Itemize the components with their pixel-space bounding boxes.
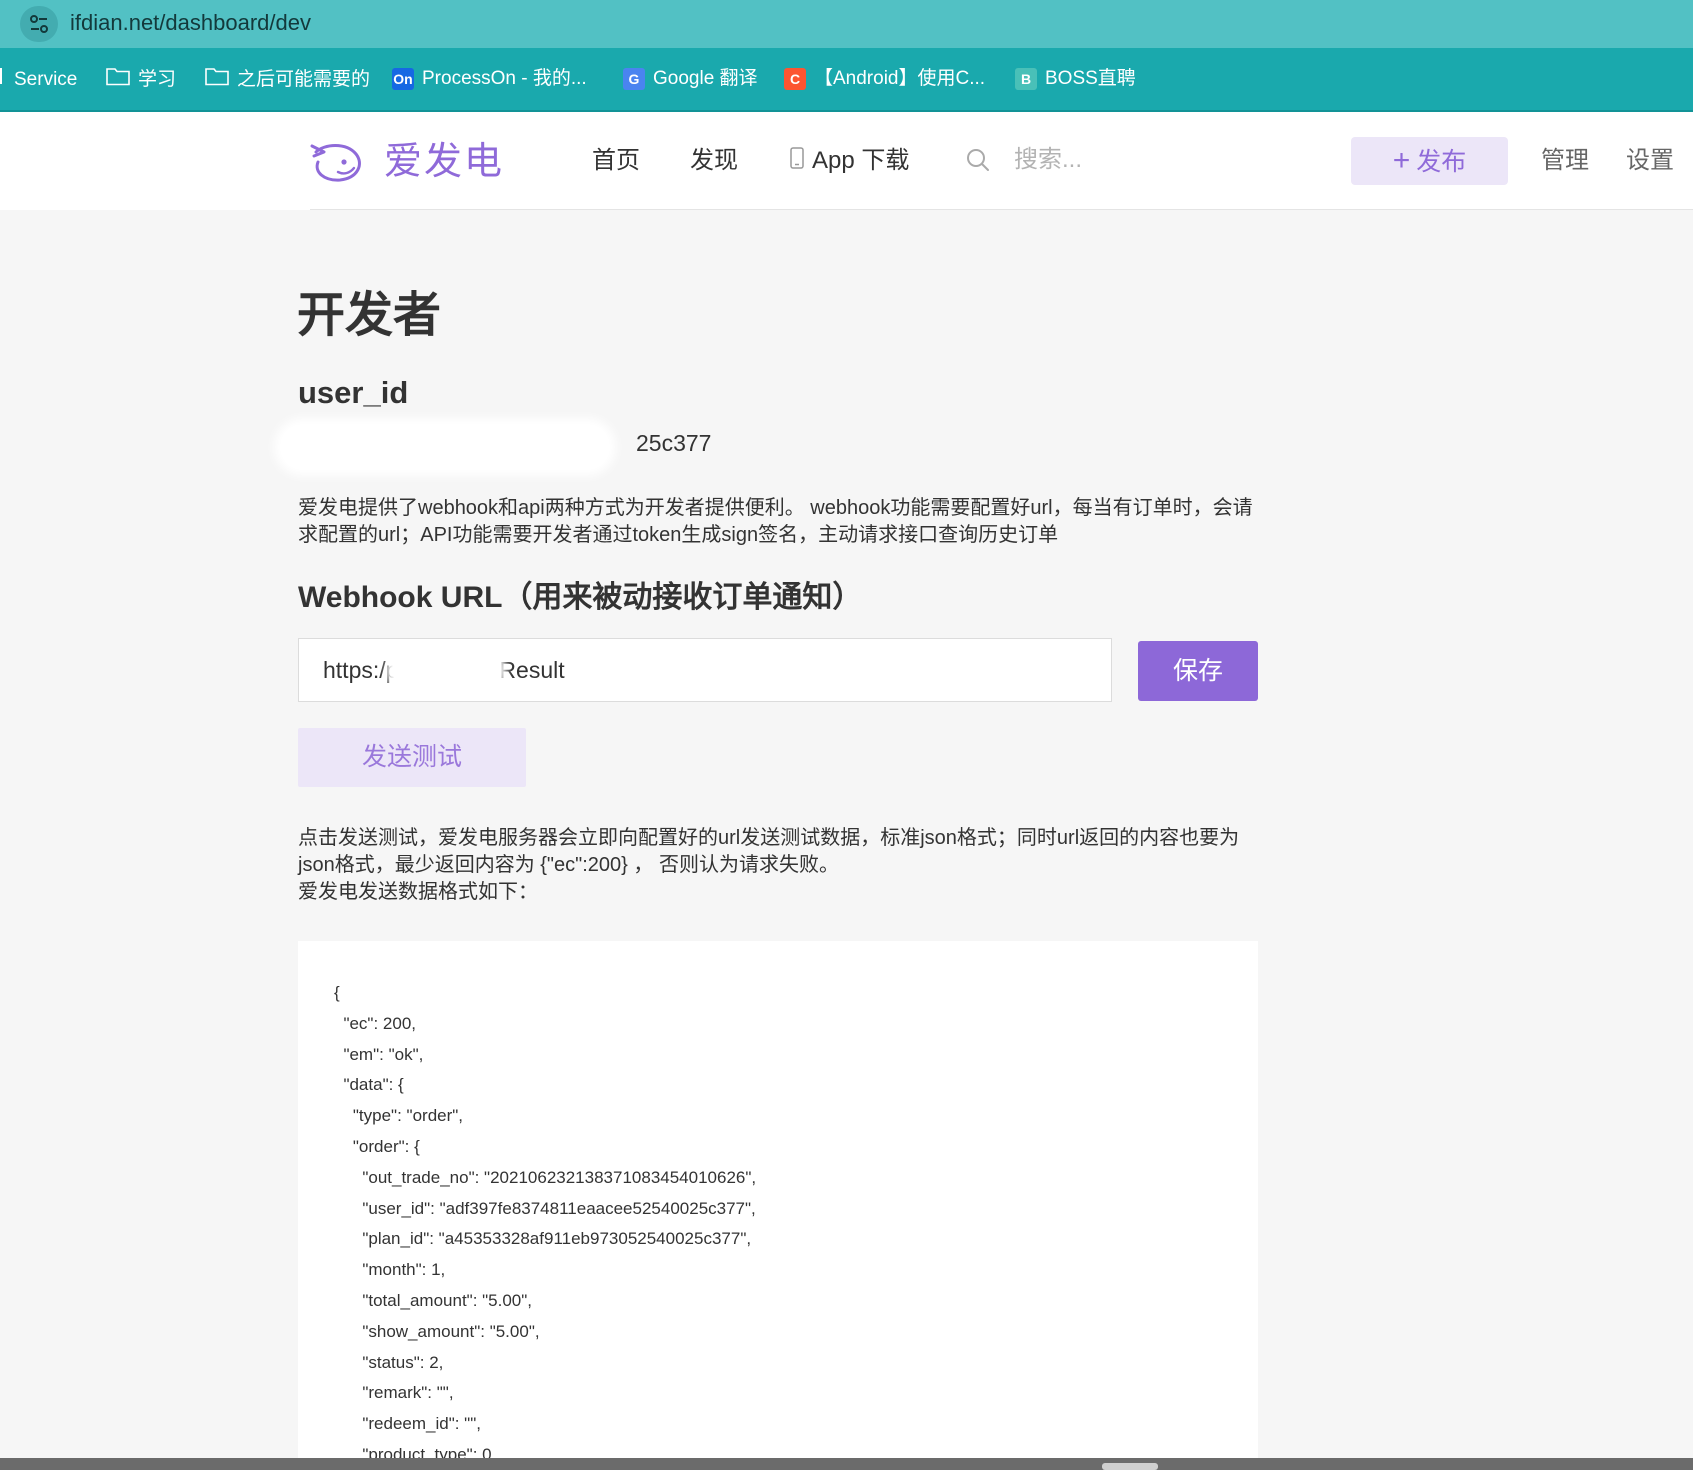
publish-button[interactable]: + 发布 xyxy=(1351,137,1508,185)
test-instructions-text: 点击发送测试，爱发电服务器会立即向配置好的url发送测试数据，标准json格式；… xyxy=(298,827,1240,876)
user-id-value: 25c377 xyxy=(636,430,712,456)
developer-description: 爱发电提供了webhook和api两种方式为开发者提供便利。 webhook功能… xyxy=(298,497,1253,546)
bookmark-label: 学习 xyxy=(138,69,177,91)
bookmark-label: BOSS直聘 xyxy=(1045,68,1136,89)
processon-favicon: On xyxy=(392,67,414,90)
header-divider xyxy=(310,209,1693,210)
search-input[interactable]: 搜索... xyxy=(1014,144,1082,176)
save-button[interactable]: 保存 xyxy=(1138,641,1258,701)
taskbar-edge xyxy=(0,1458,1693,1470)
bookmark-processon[interactable]: On ProcessOn - 我的... xyxy=(392,66,587,92)
folder-icon xyxy=(205,66,229,94)
code-line: "status": 2, xyxy=(334,1352,444,1372)
folder-icon xyxy=(106,66,130,94)
google-translate-favicon: G xyxy=(623,67,645,90)
code-line: "user_id": "adf397fe8374811eaacee5254002… xyxy=(334,1198,756,1218)
bookmark-label: ProcessOn - 我的... xyxy=(422,68,587,89)
url-redaction-mark xyxy=(392,652,500,688)
code-line: { xyxy=(334,983,340,1002)
webhook-heading: Webhook URL（用来被动接收订单通知） xyxy=(298,581,863,614)
csdn-favicon: C xyxy=(784,67,806,90)
nav-settings[interactable]: 设置 xyxy=(1626,144,1674,178)
bookmark-boss[interactable]: B BOSS直聘 xyxy=(1015,66,1136,92)
folder-icon xyxy=(0,66,6,94)
plus-icon: + xyxy=(1392,144,1411,177)
code-line: "plan_id": "a45353328af911eb973052540025… xyxy=(334,1229,752,1249)
redaction-mark xyxy=(280,424,610,470)
json-example-code: { "ec": 200, "em": "ok", "data": { "type… xyxy=(334,978,756,1470)
publish-label: 发布 xyxy=(1416,148,1467,176)
test-instructions: 点击发送测试，爱发电服务器会立即向配置好的url发送测试数据，标准json格式；… xyxy=(298,825,1258,906)
boss-favicon: B xyxy=(1015,67,1037,90)
nav-discover[interactable]: 发现 xyxy=(690,144,738,178)
code-line: "type": "order", xyxy=(334,1106,464,1126)
code-line: "order": { xyxy=(334,1136,420,1156)
code-line: "em": "ok", xyxy=(334,1044,424,1064)
code-line: "ec": 200, xyxy=(334,1013,417,1033)
bookmark-service[interactable]: Service xyxy=(0,66,77,92)
code-line: "out_trade_no": "20210623213837108345401… xyxy=(334,1167,757,1187)
logo-icon[interactable] xyxy=(310,140,366,189)
bookmark-google-translate[interactable]: G Google 翻译 xyxy=(623,66,758,92)
code-line: "show_amount": "5.00", xyxy=(334,1321,540,1341)
bookmark-csdn[interactable]: C 【Android】使用C... xyxy=(784,66,985,92)
logo-text[interactable]: 爱发电 xyxy=(384,138,504,186)
bookmark-label: Google 翻译 xyxy=(653,68,758,89)
nav-app-download-label: App 下载 xyxy=(812,147,910,174)
bookmark-later[interactable]: 之后可能需要的 xyxy=(205,66,370,92)
nav-app-download[interactable]: App 下载 xyxy=(790,144,909,179)
bookmark-label: 之后可能需要的 xyxy=(237,69,371,91)
bookmark-label: Service xyxy=(14,69,78,91)
bookmarks-bar: Service 学习 之后可能需要的 On ProcessOn - 我的... G… xyxy=(0,48,1693,112)
bookmark-study[interactable]: 学习 xyxy=(106,66,176,92)
phone-icon xyxy=(790,145,804,179)
search-icon[interactable] xyxy=(966,148,990,177)
code-line: "month": 1, xyxy=(334,1260,446,1280)
code-line: "redeem_id": "", xyxy=(334,1414,481,1434)
page-title: 开发者 xyxy=(297,289,442,342)
code-line: "remark": "", xyxy=(334,1383,454,1403)
code-line: "total_amount": "5.00", xyxy=(334,1290,533,1310)
send-test-button[interactable]: 发送测试 xyxy=(298,728,526,787)
json-example-box: { "ec": 200, "em": "ok", "data": { "type… xyxy=(298,941,1258,1470)
browser-address-bar: ifdian.net/dashboard/dev xyxy=(0,0,1693,48)
bookmark-label: 【Android】使用C... xyxy=(814,68,986,89)
site-settings-icon[interactable] xyxy=(20,6,58,42)
data-format-intro: 爱发电发送数据格式如下： xyxy=(298,881,538,903)
code-line: "data": { xyxy=(334,1075,404,1095)
user-id-label: user_id xyxy=(298,375,409,410)
nav-home[interactable]: 首页 xyxy=(592,144,640,178)
nav-manage[interactable]: 管理 xyxy=(1541,144,1589,178)
url-field[interactable]: ifdian.net/dashboard/dev xyxy=(70,9,311,37)
scroll-handle[interactable] xyxy=(1102,1463,1158,1470)
